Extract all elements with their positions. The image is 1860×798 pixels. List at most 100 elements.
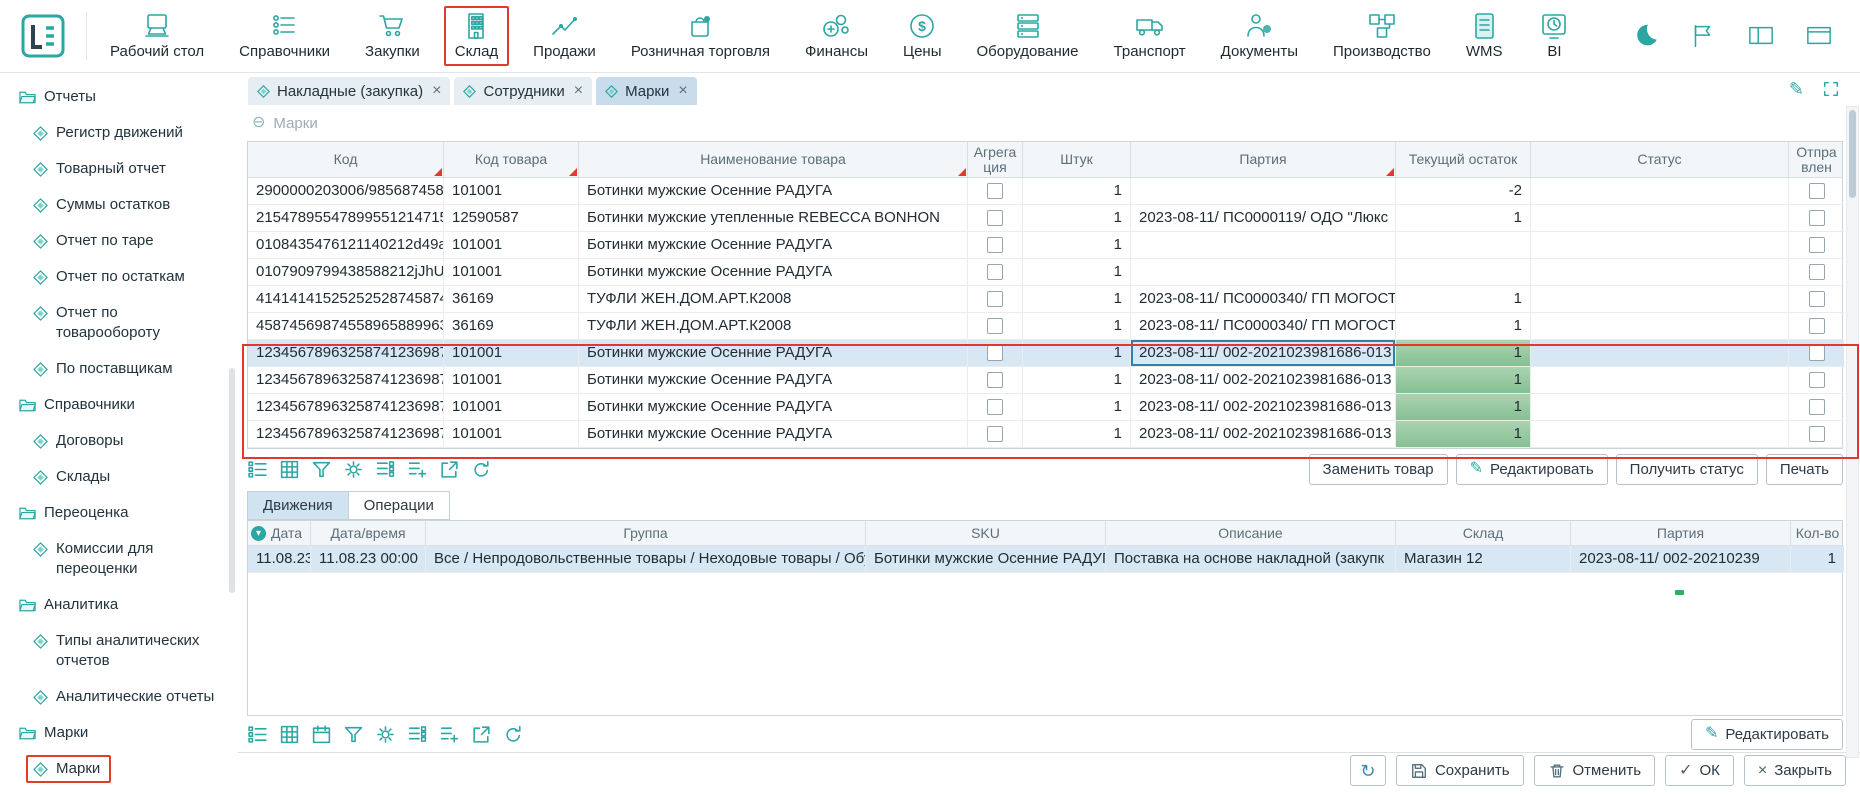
export-icon[interactable] (439, 459, 460, 480)
column-header-datetime[interactable]: Дата/время (311, 521, 426, 545)
sidebar-item[interactable]: По поставщикам (0, 351, 238, 387)
column-header-batch[interactable]: Партия (1571, 521, 1791, 545)
tab-close-icon[interactable]: × (574, 82, 583, 100)
dark-mode-moon-icon[interactable] (1630, 21, 1660, 51)
table-row[interactable]: 0108435476121140212d49a5 101001 Ботинки … (248, 232, 1842, 259)
menu-item-wms[interactable]: WMS (1455, 6, 1514, 66)
sidebar-item[interactable]: Регистр движений (0, 115, 238, 151)
menu-item-transport[interactable]: Транспорт (1103, 6, 1197, 66)
replace-product-button[interactable]: Заменить товар (1309, 454, 1448, 485)
sidebar-item[interactable]: Марки (0, 715, 238, 751)
sidebar-item[interactable]: Заказы марок (0, 787, 238, 798)
table-row[interactable]: 123456789632587412369874 101001 Ботинки … (248, 367, 1842, 394)
sidebar-item[interactable]: Справочники (0, 387, 238, 423)
scrollbar-thumb[interactable] (1849, 110, 1856, 198)
column-list-icon[interactable] (407, 724, 428, 745)
sidebar-item[interactable]: Отчеты (0, 79, 238, 115)
sent-checkbox[interactable] (1809, 210, 1825, 226)
sent-checkbox[interactable] (1809, 318, 1825, 334)
aggregation-checkbox[interactable] (987, 426, 1003, 442)
menu-item-prodazhi[interactable]: Продажи (522, 6, 607, 66)
menu-item-tseny[interactable]: $ Цены (892, 6, 953, 66)
sent-checkbox[interactable] (1809, 237, 1825, 253)
list-add-icon[interactable] (439, 724, 460, 745)
calendar-icon[interactable] (311, 724, 332, 745)
tab[interactable]: Сотрудники × (454, 77, 592, 105)
expand-fullscreen-icon[interactable] (1822, 80, 1840, 98)
sidebar-item[interactable]: Аналитика (0, 587, 238, 623)
column-header-product-name[interactable]: Наименование товара (579, 142, 968, 177)
column-header-balance[interactable]: Текущий остаток (1396, 142, 1531, 177)
aggregation-checkbox[interactable] (987, 210, 1003, 226)
table-row[interactable]: 123456789632587412369874 101001 Ботинки … (248, 394, 1842, 421)
tab-operations[interactable]: Операции (349, 491, 450, 520)
close-button[interactable]: ×Закрыть (1744, 755, 1846, 786)
collapse-icon[interactable]: ⊖ (252, 115, 265, 131)
print-button[interactable]: Печать (1766, 454, 1843, 485)
export-icon[interactable] (471, 724, 492, 745)
menu-item-oborudovanie[interactable]: Оборудование (966, 6, 1090, 66)
grid-view-icon[interactable] (279, 459, 300, 480)
sidebar-item[interactable]: Суммы остатков (0, 187, 238, 223)
cancel-button[interactable]: Отменить (1534, 755, 1656, 786)
menu-item-bi[interactable]: BI (1526, 6, 1582, 66)
save-button[interactable]: Сохранить (1396, 755, 1524, 786)
menu-item-roznichnaya-torgovlya[interactable]: Розничная торговля (620, 6, 781, 66)
column-header-date[interactable]: ▾ Дата (248, 521, 311, 545)
pin-flag-icon[interactable] (1688, 22, 1718, 50)
sent-checkbox[interactable] (1809, 183, 1825, 199)
column-header-description[interactable]: Описание (1106, 521, 1396, 545)
sent-checkbox[interactable] (1809, 426, 1825, 442)
column-header-qty[interactable]: Кол-во (1791, 521, 1844, 545)
column-header-sent[interactable]: Отправлен (1789, 142, 1844, 177)
sent-checkbox[interactable] (1809, 345, 1825, 361)
gear-icon[interactable] (343, 459, 364, 480)
window-frame-icon[interactable] (1804, 23, 1834, 49)
numbered-list-icon[interactable] (247, 459, 268, 480)
column-header-batch[interactable]: Партия (1131, 142, 1396, 177)
aggregation-checkbox[interactable] (987, 183, 1003, 199)
edit-button-bottom[interactable]: ✎Редактировать (1691, 719, 1843, 750)
column-header-warehouse[interactable]: Склад (1396, 521, 1571, 545)
tab[interactable]: Марки × (596, 77, 697, 105)
column-header-group[interactable]: Группа (426, 521, 866, 545)
aggregation-checkbox[interactable] (987, 318, 1003, 334)
vertical-scrollbar[interactable] (1846, 106, 1859, 758)
table-row[interactable]: 215478955478995512147156 12590587 Ботинк… (248, 205, 1842, 232)
tab-close-icon[interactable]: × (432, 82, 441, 100)
column-header-code[interactable]: Код (248, 142, 444, 177)
sidebar-item[interactable]: Марки (0, 751, 238, 787)
app-logo[interactable] (0, 14, 86, 58)
table-row[interactable]: 414141415252525287458745 36169 ТУФЛИ ЖЕН… (248, 286, 1842, 313)
aggregation-checkbox[interactable] (987, 372, 1003, 388)
ok-button[interactable]: ✓ОК (1665, 755, 1734, 786)
menu-item-rabochiy-stol[interactable]: Рабочий стол (99, 6, 215, 66)
tab[interactable]: Накладные (закупка) × (248, 77, 450, 105)
sidebar-item[interactable]: Переоценка (0, 495, 238, 531)
column-list-icon[interactable] (375, 459, 396, 480)
gear-icon[interactable] (375, 724, 396, 745)
sidebar-scrollbar[interactable] (229, 368, 235, 593)
aggregation-checkbox[interactable] (987, 264, 1003, 280)
menu-item-sklad[interactable]: Склад (444, 6, 509, 66)
column-header-aggregation[interactable]: Агрегация (968, 142, 1023, 177)
menu-item-dokumenty[interactable]: Документы (1210, 6, 1309, 66)
aggregation-checkbox[interactable] (987, 237, 1003, 253)
movement-row[interactable]: 11.08.23 11.08.23 00:00 Все / Непродовол… (248, 546, 1842, 573)
collapse-groups-icon[interactable]: ▾ (251, 526, 266, 541)
table-row[interactable]: 2900000203006/9856874584 101001 Ботинки … (248, 178, 1842, 205)
filter-funnel-icon[interactable] (311, 459, 332, 480)
aggregation-checkbox[interactable] (987, 291, 1003, 307)
numbered-list-icon[interactable] (247, 724, 268, 745)
aggregation-checkbox[interactable] (987, 345, 1003, 361)
menu-item-finansy[interactable]: Финансы (794, 6, 879, 66)
table-row[interactable]: 123456789632587412369874 101001 Ботинки … (248, 340, 1842, 367)
sent-checkbox[interactable] (1809, 372, 1825, 388)
sidebar-item[interactable]: Отчет по товарообороту (0, 295, 238, 351)
tab-movements[interactable]: Движения (247, 491, 349, 520)
filter-funnel-icon[interactable] (343, 724, 364, 745)
menu-item-spravochniki[interactable]: Справочники (228, 6, 341, 66)
sent-checkbox[interactable] (1809, 291, 1825, 307)
table-row[interactable]: 123456789632587412369874 101001 Ботинки … (248, 421, 1842, 448)
menu-item-zakupki[interactable]: Закупки (354, 6, 431, 66)
